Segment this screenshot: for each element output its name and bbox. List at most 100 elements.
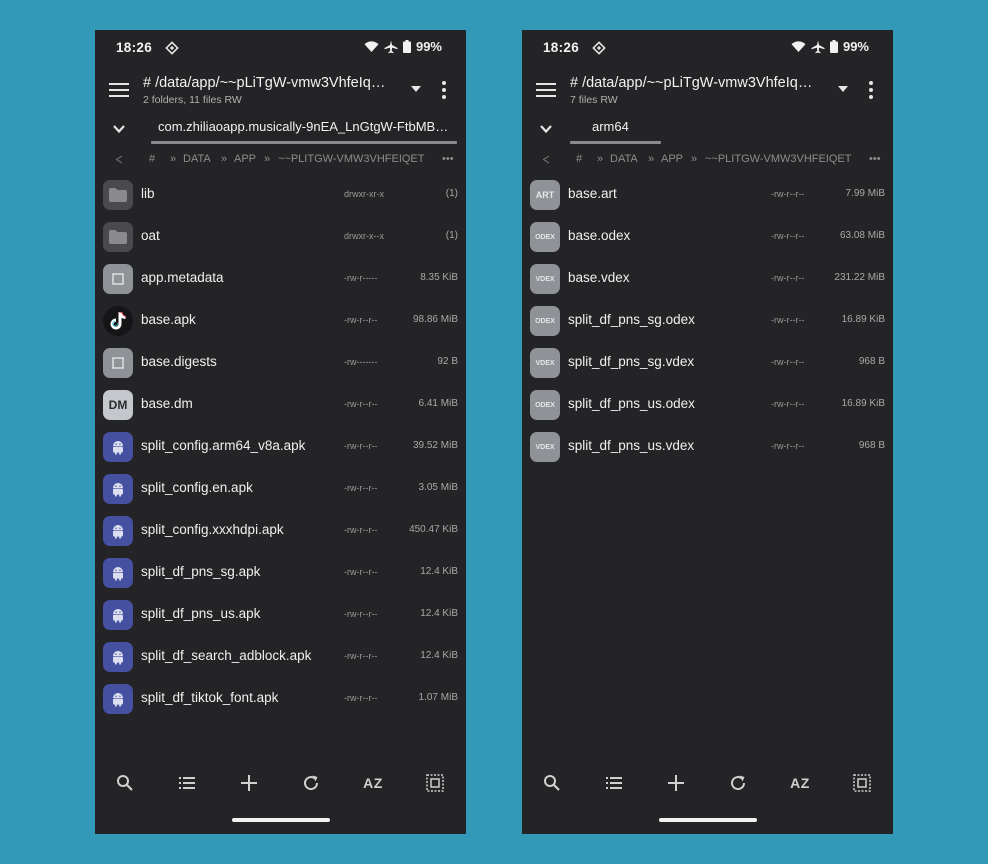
list-item[interactable]: VDEX split_df_pns_us.vdex -rw-r--r-- 968… [522,427,893,469]
dropdown-arrow-icon[interactable] [409,84,423,94]
file-permissions: -rw-r--r-- [771,399,805,409]
breadcrumb-more[interactable]: ••• [869,153,881,165]
home-indicator[interactable] [659,818,757,822]
select-all-button[interactable] [851,772,873,794]
file-name: split_df_search_adblock.apk [141,648,312,663]
list-item[interactable]: split_config.xxxhdpi.apk -rw-r--r-- 450.… [95,511,466,553]
file-size: 12.4 KiB [420,608,458,619]
current-path[interactable]: # /data/app/~~pLiTgW-vmw3VhfeIqEt… [143,75,395,91]
list-item[interactable]: ODEX base.odex -rw-r--r-- 63.08 MiB [522,217,893,259]
list-item[interactable]: split_config.arm64_v8a.apk -rw-r--r-- 39… [95,427,466,469]
file-size: 12.4 KiB [420,650,458,661]
chevron-down-icon[interactable] [112,123,126,135]
odex-file-icon: ODEX [530,222,560,252]
add-button[interactable] [665,772,687,794]
battery-level: 99% [415,39,442,54]
tab-current-folder[interactable]: com.zhiliaoapp.musically-9nEA_LnGtgW-Ftb… [158,119,448,134]
file-name: base.apk [141,312,196,327]
list-item[interactable]: base.apk -rw-r--r-- 98.86 MiB [95,301,466,343]
list-item[interactable]: ART base.art -rw-r--r-- 7.99 MiB [522,175,893,217]
list-item[interactable]: DM base.dm -rw-r--r-- 6.41 MiB [95,385,466,427]
select-all-icon [426,774,444,792]
list-item[interactable]: app.metadata -rw-r----- 8.35 KiB [95,259,466,301]
list-item[interactable]: ODEX split_df_pns_sg.odex -rw-r--r-- 16.… [522,301,893,343]
breadcrumb-data[interactable]: DATA [610,153,638,165]
breadcrumb-separator: » [648,153,655,165]
search-button[interactable] [541,772,563,794]
sort-button[interactable]: AZ [788,772,812,794]
generic-file-icon [103,348,133,378]
list-item[interactable]: ODEX split_df_pns_us.odex -rw-r--r-- 16.… [522,385,893,427]
file-size: 450.47 KiB [409,524,458,535]
file-name: split_config.en.apk [141,480,253,495]
android-icon [103,558,133,588]
breadcrumb-back-icon[interactable] [542,155,550,164]
file-name: split_config.arm64_v8a.apk [141,438,306,453]
more-options-icon[interactable] [441,80,447,100]
select-all-button[interactable] [424,772,446,794]
file-size: 98.86 MiB [412,314,458,325]
file-permissions: -rw------- [344,357,378,367]
list-item[interactable]: VDEX base.vdex -rw-r--r-- 231.22 MiB [522,259,893,301]
home-indicator[interactable] [232,818,330,822]
odex-file-icon: ODEX [530,390,560,420]
tab-indicator [570,141,661,144]
breadcrumb-root[interactable]: # [576,153,582,165]
file-size: 7.99 MiB [845,188,885,199]
file-size: 16.89 KiB [841,314,885,325]
breadcrumb-root[interactable]: # [149,153,155,165]
breadcrumb-app[interactable]: APP [234,153,256,165]
file-name: lib [141,186,155,201]
breadcrumb-data[interactable]: DATA [183,153,211,165]
right-file-panel: 18:26 99% # /data/app/~~pLiTgW-vmw3VhfeI… [522,30,893,834]
list-item[interactable]: oat drwxr-x--x (1) [95,217,466,259]
list-item[interactable]: split_df_search_adblock.apk -rw-r--r-- 1… [95,637,466,679]
breadcrumb-current[interactable]: ~~PLITGW-VMW3VHFEIQET [705,153,852,165]
breadcrumb: # » DATA » APP » ~~PLITGW-VMW3VHFEIQET •… [95,150,466,170]
dropdown-arrow-icon[interactable] [836,84,850,94]
list-item[interactable]: base.digests -rw------- 92 B [95,343,466,385]
sort-button[interactable]: AZ [361,772,385,794]
tab-current-folder[interactable]: arm64 [592,119,629,134]
wifi-icon [791,40,806,52]
search-button[interactable] [114,772,136,794]
view-mode-button[interactable] [176,772,198,794]
file-size: 3.05 MiB [418,482,458,493]
file-name: base.dm [141,396,193,411]
art-file-icon: ART [530,180,560,210]
file-permissions: -rw-r--r-- [344,693,378,703]
android-icon [103,642,133,672]
list-item[interactable]: split_df_pns_us.apk -rw-r--r-- 12.4 KiB [95,595,466,637]
more-options-icon[interactable] [868,80,874,100]
list-item[interactable]: lib drwxr-xr-x (1) [95,175,466,217]
breadcrumb-more[interactable]: ••• [442,153,454,165]
file-name: split_df_pns_us.apk [141,606,261,621]
add-button[interactable] [238,772,260,794]
breadcrumb-current[interactable]: ~~PLITGW-VMW3VHFEIQET [278,153,425,165]
refresh-button[interactable] [727,772,749,794]
list-item[interactable]: split_config.en.apk -rw-r--r-- 3.05 MiB [95,469,466,511]
current-path[interactable]: # /data/app/~~pLiTgW-vmw3VhfeIqEt… [570,75,822,91]
menu-icon[interactable] [536,82,556,98]
breadcrumb-app[interactable]: APP [661,153,683,165]
file-permissions: -rw-r--r-- [344,399,378,409]
file-name: split_df_pns_us.vdex [568,438,695,453]
file-permissions: -rw-r--r-- [771,357,805,367]
toolbar: # /data/app/~~pLiTgW-vmw3VhfeIqEt… 2 fol… [95,70,466,112]
battery-icon [829,40,838,53]
status-time: 18:26 [116,40,153,55]
android-icon [103,432,133,462]
tiktok-icon [103,306,133,336]
menu-icon[interactable] [109,82,129,98]
folder-icon [103,222,133,252]
breadcrumb: # » DATA » APP » ~~PLITGW-VMW3VHFEIQET •… [522,150,893,170]
refresh-button[interactable] [300,772,322,794]
list-item[interactable]: split_df_tiktok_font.apk -rw-r--r-- 1.07… [95,679,466,721]
file-size: 968 B [858,440,885,451]
view-mode-button[interactable] [603,772,625,794]
breadcrumb-back-icon[interactable] [115,155,123,164]
list-item[interactable]: VDEX split_df_pns_sg.vdex -rw-r--r-- 968… [522,343,893,385]
file-permissions: -rw-r--r-- [344,567,378,577]
list-item[interactable]: split_df_pns_sg.apk -rw-r--r-- 12.4 KiB [95,553,466,595]
chevron-down-icon[interactable] [539,123,553,135]
